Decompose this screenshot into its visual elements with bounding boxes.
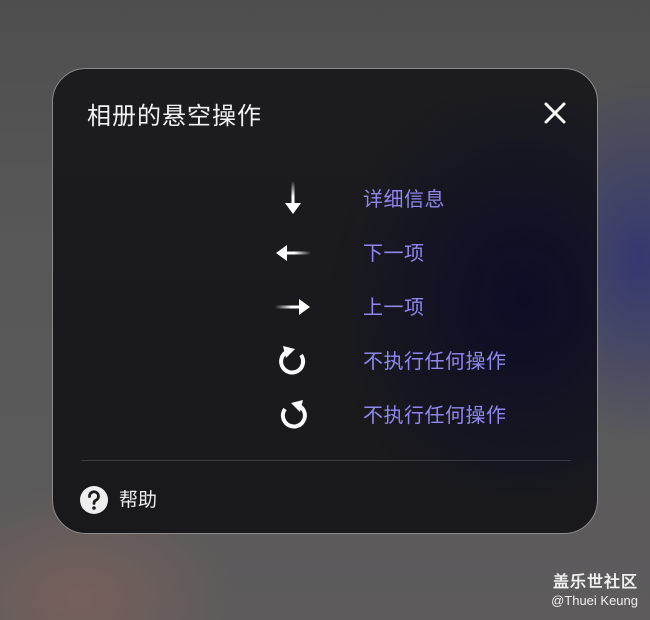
arrow-right-icon	[271, 289, 315, 325]
air-action-dialog: 相册的悬空操作 详细信息 下一项 上一项 不执行任何操作 不执行任何操作 帮助	[52, 68, 598, 534]
watermark: 盖乐世社区 @Thuei Keung	[551, 572, 638, 610]
action-label: 下一项	[363, 241, 425, 265]
help-label: 帮助	[119, 489, 158, 511]
close-icon	[544, 102, 566, 124]
watermark-user: @Thuei Keung	[551, 593, 638, 608]
divider	[81, 460, 571, 461]
action-row-rotate-cw: 不执行任何操作	[53, 341, 597, 381]
dialog-title: 相册的悬空操作	[87, 102, 262, 130]
action-row-next: 下一项	[53, 233, 597, 273]
action-label: 不执行任何操作	[363, 403, 507, 427]
action-label: 详细信息	[363, 187, 445, 211]
watermark-brand: 盖乐世社区	[552, 572, 638, 591]
action-row-rotate-ccw: 不执行任何操作	[53, 395, 597, 435]
action-label: 上一项	[363, 295, 425, 319]
rotate-counterclockwise-icon	[271, 397, 315, 433]
action-row-previous: 上一项	[53, 287, 597, 327]
question-circle-icon	[79, 485, 109, 515]
arrow-left-icon	[271, 235, 315, 271]
action-label: 不执行任何操作	[363, 349, 507, 373]
rotate-clockwise-icon	[271, 343, 315, 379]
close-button[interactable]	[537, 95, 573, 131]
arrow-down-icon	[271, 181, 315, 217]
action-row-details: 详细信息	[53, 179, 597, 219]
